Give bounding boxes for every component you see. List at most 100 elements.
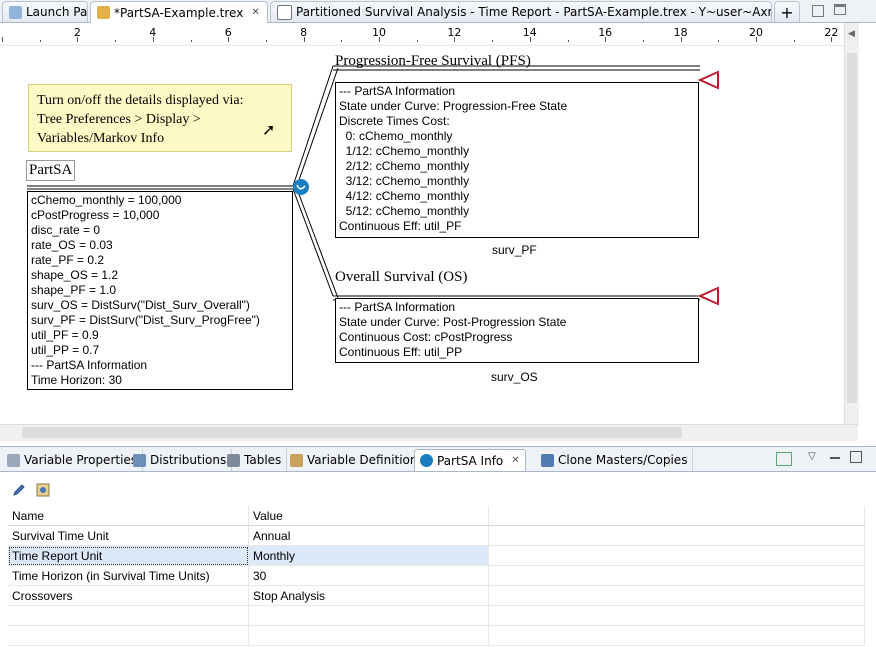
ruler-label: 18 (674, 26, 688, 39)
row-name: Time Horizon (in Survival Time Units) (8, 566, 249, 586)
node-info-line: rate_PF = 0.2 (31, 253, 289, 268)
terminal-node-icon[interactable] (700, 288, 718, 304)
home-icon (9, 6, 22, 19)
ruler-tick (568, 40, 569, 42)
tab-label: Partitioned Survival Analysis - Time Rep… (296, 5, 772, 19)
tab-partsa-info[interactable]: PartSA Info ✕ (414, 449, 526, 471)
ruler-tick (40, 40, 41, 42)
definitions-icon (290, 454, 303, 467)
tab-variable-properties[interactable]: Variable Properties (2, 449, 143, 471)
node-info-line: 5/12: cChemo_monthly (339, 204, 695, 219)
table-row-empty (8, 606, 865, 626)
root-variables-box[interactable]: cChemo_monthly = 100,000 cPostProgress = … (27, 191, 293, 390)
table-row[interactable]: Survival Time Unit Annual (8, 526, 865, 546)
tab-launch-pad[interactable]: Launch Pad (2, 1, 88, 22)
bottom-panel: Variable Properties Distributions Tables… (0, 446, 876, 647)
terminal-node-icon[interactable] (700, 72, 718, 88)
node-info-line: 4/12: cChemo_monthly (339, 189, 695, 204)
view-menu-icon[interactable]: ▽ (808, 451, 816, 462)
node-info-line: 2/12: cChemo_monthly (339, 159, 695, 174)
tree-file-icon (97, 6, 110, 19)
tab-distributions[interactable]: Distributions (128, 449, 232, 471)
node-info-line: disc_rate = 0 (31, 223, 289, 238)
vertical-scrollbar[interactable]: ◀ (844, 23, 859, 425)
node-info-line: 3/12: cChemo_monthly (339, 174, 695, 189)
ruler-tick (417, 40, 418, 42)
node-info-line: surv_OS = DistSurv("Dist_Surv_Overall") (31, 298, 289, 313)
editor-tab-bar: Launch Pad *PartSA-Example.trex ✕ Partit… (0, 0, 876, 23)
tab-clone-masters[interactable]: Clone Masters/Copies (536, 449, 693, 471)
ruler-tick (266, 40, 267, 42)
note-line: Tree Preferences > Display > (37, 110, 283, 129)
distribution-icon (133, 454, 146, 467)
clone-icon (541, 454, 554, 467)
tab-partsa-example[interactable]: *PartSA-Example.trex ✕ (90, 1, 268, 23)
node-info-line: surv_PF = DistSurv("Dist_Surv_ProgFree") (31, 313, 289, 328)
cursor-icon: ➚ (262, 120, 275, 139)
scroll-thumb[interactable] (22, 427, 682, 438)
horizontal-scrollbar[interactable] (0, 424, 858, 441)
ruler-tick (643, 40, 644, 42)
plus-icon: + (780, 3, 793, 22)
edit-pencil-icon[interactable] (12, 483, 26, 497)
settings-icon[interactable] (36, 483, 50, 497)
node-info-line: --- PartSA Information (339, 300, 695, 315)
pfs-info-box[interactable]: --- PartSA Information State under Curve:… (335, 82, 699, 238)
open-view-icon[interactable] (776, 452, 792, 466)
node-info-line: Continuous Cost: cPostProgress (339, 330, 695, 345)
tab-label: Tables (244, 453, 281, 467)
node-info-line: Discrete Times Cost: (339, 114, 695, 129)
ruler-label: 20 (749, 26, 763, 39)
arrow-left-icon[interactable]: ◀ (848, 29, 855, 39)
minimize-icon[interactable] (830, 457, 840, 459)
info-note: Turn on/off the details displayed via: T… (28, 84, 292, 152)
node-info-line: util_PF = 0.9 (31, 328, 289, 343)
node-info-line: 0: cChemo_monthly (339, 129, 695, 144)
tab-label: Launch Pad (26, 5, 88, 19)
tree-canvas[interactable]: Turn on/off the details displayed via: T… (0, 46, 844, 424)
root-node-name[interactable]: PartSA (26, 160, 75, 181)
os-node-title[interactable]: Overall Survival (OS) (335, 269, 467, 286)
row-value[interactable]: Monthly (249, 546, 489, 566)
ruler-tick (492, 40, 493, 42)
table-row[interactable]: Crossovers Stop Analysis (8, 586, 865, 606)
node-info-line: shape_OS = 1.2 (31, 268, 289, 283)
ruler-label: 14 (523, 26, 537, 39)
tab-variable-definitions[interactable]: Variable Definitions (285, 449, 430, 471)
row-value[interactable]: Stop Analysis (249, 586, 489, 606)
row-name: Crossovers (8, 586, 249, 606)
ruler-label: 16 (598, 26, 612, 39)
minimize-icon[interactable] (812, 5, 824, 17)
node-info-line: shape_PF = 1.0 (31, 283, 289, 298)
tab-time-report[interactable]: Partitioned Survival Analysis - Time Rep… (270, 1, 772, 22)
ruler-label: 8 (300, 26, 307, 39)
column-header-name[interactable]: Name (8, 506, 249, 526)
pfs-node-title[interactable]: Progression-Free Survival (PFS) (335, 53, 531, 70)
node-info-line: Continuous Eff: util_PF (339, 219, 695, 234)
tab-label: Clone Masters/Copies (558, 453, 687, 467)
table-row[interactable]: Time Horizon (in Survival Time Units) 30 (8, 566, 865, 586)
ruler-label: 22 (824, 26, 838, 39)
maximize-icon[interactable] (834, 4, 846, 15)
row-name: Survival Time Unit (8, 526, 249, 546)
column-header-value[interactable]: Value (249, 506, 489, 526)
close-icon[interactable]: ✕ (251, 7, 259, 18)
scroll-thumb[interactable] (847, 53, 857, 403)
ruler-tick (191, 40, 192, 42)
maximize-icon[interactable] (850, 451, 862, 463)
table-icon (227, 454, 240, 467)
row-value[interactable]: Annual (249, 526, 489, 546)
os-info-box[interactable]: --- PartSA Information State under Curve:… (335, 298, 699, 363)
table-row[interactable]: Time Report Unit Monthly (8, 546, 865, 566)
tab-tables[interactable]: Tables (222, 449, 287, 471)
row-value[interactable]: 30 (249, 566, 489, 586)
node-info-line: cPostProgress = 10,000 (31, 208, 289, 223)
close-icon[interactable]: ✕ (511, 455, 519, 466)
node-info-line: Time Horizon: 30 (31, 373, 289, 388)
partsa-node-icon[interactable] (293, 179, 309, 195)
tab-label: PartSA Info (437, 454, 503, 468)
partsa-icon (420, 454, 433, 467)
node-info-line: --- PartSA Information (339, 84, 695, 99)
new-tab-button[interactable]: + (774, 1, 800, 22)
table-header: Name Value (8, 506, 865, 526)
